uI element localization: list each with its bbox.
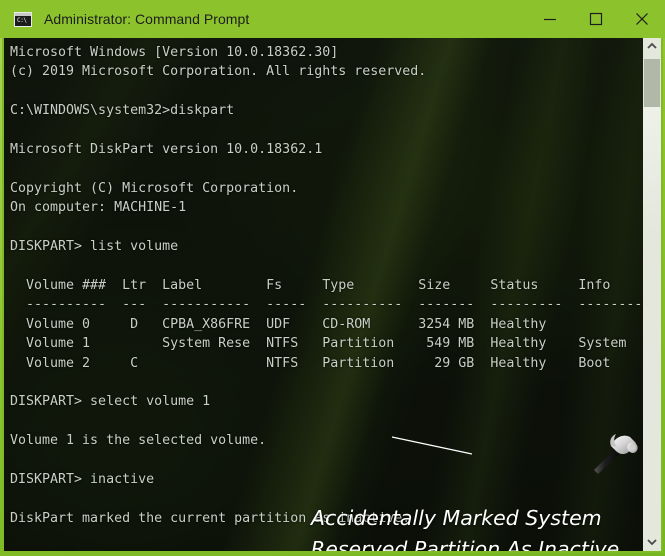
window-title: Administrator: Command Prompt	[44, 11, 250, 27]
scrollbar-track[interactable]	[643, 107, 661, 533]
console-scrollbar[interactable]	[643, 37, 661, 551]
window-controls	[527, 0, 665, 38]
annotation-line-2: Reserved Partition As Inactive	[311, 537, 620, 551]
annotation-line-1: Accidentally Marked System	[311, 506, 602, 530]
scroll-up-arrow-icon[interactable]	[643, 37, 661, 55]
terminal-frame: Microsoft Windows [Version 10.0.18362.30…	[2, 35, 663, 553]
command-prompt-window: C:\ Administrator: Command Prompt Micros…	[0, 0, 665, 556]
minimize-button[interactable]	[527, 0, 573, 38]
terminal-console[interactable]: Microsoft Windows [Version 10.0.18362.30…	[4, 37, 661, 551]
maximize-button[interactable]	[573, 0, 619, 38]
command-prompt-icon: C:\	[14, 11, 32, 27]
scrollbar-thumb[interactable]	[644, 59, 660, 107]
scroll-down-arrow-icon[interactable]	[643, 533, 661, 551]
annotation-text: Accidentally Marked System Reserved Part…	[311, 503, 621, 551]
window-titlebar[interactable]: C:\ Administrator: Command Prompt	[0, 0, 665, 38]
close-button[interactable]	[619, 0, 665, 38]
console-output: Microsoft Windows [Version 10.0.18362.30…	[10, 45, 643, 551]
command-prompt-icon-text: C:\	[17, 16, 27, 24]
